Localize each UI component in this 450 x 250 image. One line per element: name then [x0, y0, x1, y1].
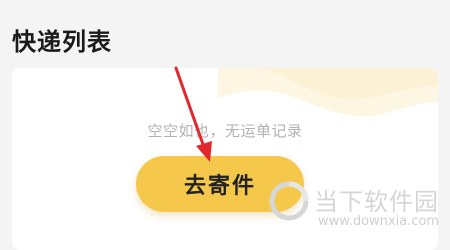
watermark: 当下软件园 www.downxia.com	[268, 180, 448, 250]
downxia-logo-icon	[269, 181, 309, 221]
page-title: 快递列表	[12, 28, 112, 56]
express-list-page: 快递列表 空空如也，无运单记录 去寄件 当下软件园 www.downxia.co…	[0, 0, 450, 250]
watermark-name: 当下软件园	[314, 188, 439, 216]
decorative-wave-icon	[218, 68, 438, 117]
watermark-url: www.downxia.com	[318, 214, 440, 229]
empty-message: 空空如也，无运单记录	[147, 122, 303, 140]
